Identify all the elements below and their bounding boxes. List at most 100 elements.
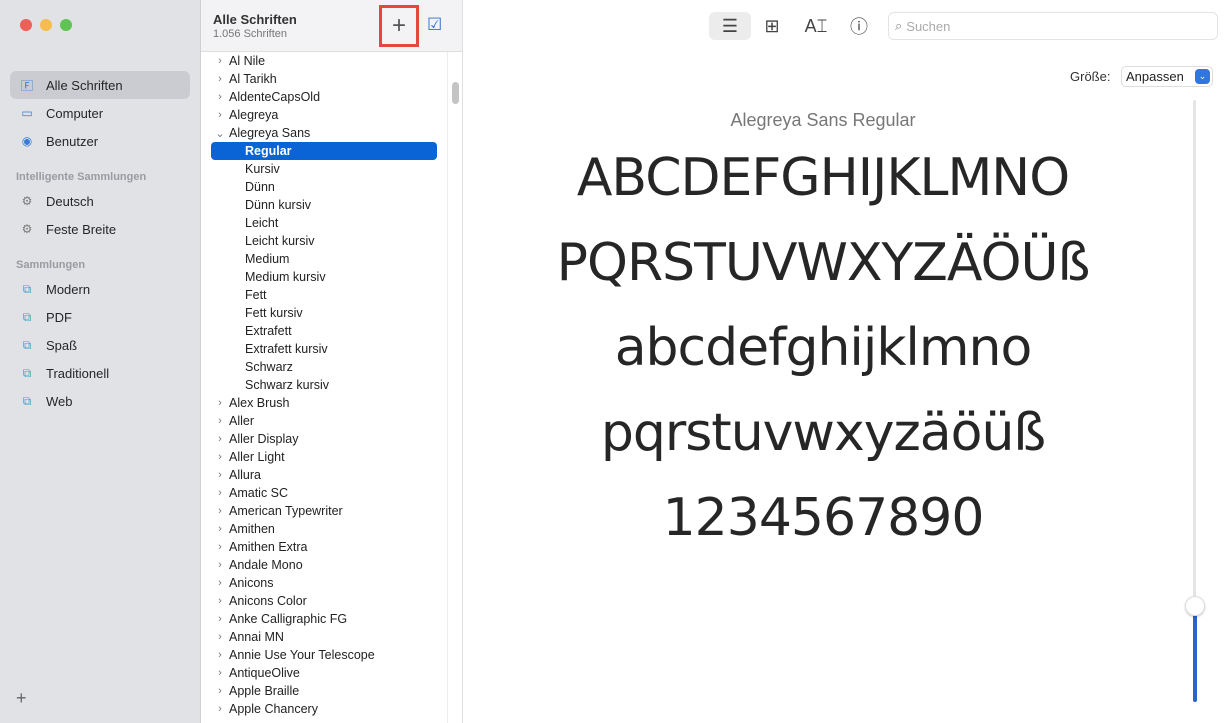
font-name: Alegreya — [229, 108, 279, 122]
font-name: Schwarz — [245, 360, 293, 374]
chevron-right-icon[interactable]: › — [211, 523, 229, 535]
chevron-right-icon[interactable]: › — [211, 703, 229, 715]
font-list-item[interactable]: › Alex Brush — [211, 394, 437, 412]
font-name: Andale Mono — [229, 558, 303, 572]
sample-line: ABCDEFGHIJKLMNO — [576, 148, 1070, 208]
font-list-item[interactable]: › Apple Chancery — [211, 700, 437, 718]
font-list-item[interactable]: Fett kursiv — [211, 304, 437, 322]
add-font-button[interactable]: + — [379, 5, 419, 47]
font-list-item[interactable]: Schwarz kursiv — [211, 376, 437, 394]
minimize-window-button[interactable] — [40, 19, 52, 31]
font-list-item[interactable]: › Annie Use Your Telescope — [211, 646, 437, 664]
chevron-down-icon[interactable]: ⌄ — [211, 127, 229, 140]
chevron-right-icon[interactable]: › — [211, 613, 229, 625]
size-slider[interactable] — [1185, 100, 1205, 702]
font-name: Aller Light — [229, 450, 285, 464]
font-list-item[interactable]: › AldenteCapsOld — [211, 88, 437, 106]
font-list-item[interactable]: › Amatic SC — [211, 484, 437, 502]
font-list-item[interactable]: › Aller Light — [211, 448, 437, 466]
font-list-item[interactable]: › Alegreya — [211, 106, 437, 124]
chevron-right-icon[interactable]: › — [211, 91, 229, 103]
chevron-right-icon[interactable]: › — [211, 433, 229, 445]
size-select[interactable]: Anpassen ⌄ — [1121, 66, 1213, 87]
chevron-right-icon[interactable]: › — [211, 55, 229, 67]
font-list-item[interactable]: › Anke Calligraphic FG — [211, 610, 437, 628]
chevron-right-icon[interactable]: › — [211, 487, 229, 499]
search-field[interactable]: ⌕ Suchen — [888, 12, 1218, 40]
sidebar-item-feste-breite[interactable]: ⚙ Feste Breite — [10, 215, 190, 243]
chevron-right-icon[interactable]: › — [211, 541, 229, 553]
sidebar-item-label: PDF — [46, 309, 72, 325]
font-list-item[interactable]: › Apple Braille — [211, 682, 437, 700]
sidebar-item-web[interactable]: ⧉ Web — [10, 387, 190, 415]
font-list-item[interactable]: Dünn kursiv — [211, 196, 437, 214]
font-list-item[interactable]: Kursiv — [211, 160, 437, 178]
chevron-right-icon[interactable]: › — [211, 451, 229, 463]
font-size-button[interactable]: A⌶ — [803, 12, 829, 40]
font-list-item[interactable]: Schwarz — [211, 358, 437, 376]
chevron-right-icon[interactable]: › — [211, 649, 229, 661]
font-count: 1.056 Schriften — [213, 28, 287, 40]
font-name: Anke Calligraphic FG — [229, 612, 348, 626]
font-name: AldenteCapsOld — [229, 90, 321, 104]
sidebar-item-deutsch[interactable]: ⚙ Deutsch — [10, 187, 190, 215]
sidebar-item-alle-schriften[interactable]: 🄵 Alle Schriften — [10, 71, 190, 99]
font-list-item[interactable]: › Al Tarikh — [211, 70, 437, 88]
chevron-right-icon[interactable]: › — [211, 577, 229, 589]
chevron-right-icon[interactable]: › — [211, 631, 229, 643]
font-list-item[interactable]: › Aller — [211, 412, 437, 430]
font-list-item[interactable]: › Allura — [211, 466, 437, 484]
validate-fonts-button[interactable]: ☑ — [427, 15, 442, 35]
chevron-right-icon[interactable]: › — [211, 109, 229, 121]
sample-view-button[interactable]: ☰ — [709, 12, 751, 40]
sidebar-item-benutzer[interactable]: ◉ Benutzer — [10, 127, 190, 155]
font-list-item[interactable]: Fett — [211, 286, 437, 304]
search-placeholder: Suchen — [906, 18, 951, 34]
font-list-item[interactable]: ⌄ Alegreya Sans — [211, 124, 437, 142]
chevron-right-icon[interactable]: › — [211, 505, 229, 517]
font-list-item[interactable]: › Annai MN — [211, 628, 437, 646]
font-list-item[interactable]: › Amithen — [211, 520, 437, 538]
chevron-right-icon[interactable]: › — [211, 469, 229, 481]
font-list-item[interactable]: Medium — [211, 250, 437, 268]
font-list-item[interactable]: › Amithen Extra — [211, 538, 437, 556]
font-list-item[interactable]: › Anicons — [211, 574, 437, 592]
font-list-item[interactable]: Medium kursiv — [211, 268, 437, 286]
info-icon: ⓘ — [850, 17, 868, 37]
scrollbar-thumb[interactable] — [452, 82, 459, 104]
sidebar-item-spa-[interactable]: ⧉ Spaß — [10, 331, 190, 359]
font-list-item[interactable]: Leicht kursiv — [211, 232, 437, 250]
chevron-right-icon[interactable]: › — [211, 667, 229, 679]
font-list-item[interactable]: › American Typewriter — [211, 502, 437, 520]
list-scrollbar[interactable] — [447, 52, 463, 723]
font-list-item[interactable]: › Anicons Color — [211, 592, 437, 610]
add-collection-button[interactable]: + — [16, 688, 27, 709]
font-list-item[interactable]: Dünn — [211, 178, 437, 196]
chevron-right-icon[interactable]: › — [211, 397, 229, 409]
chevron-right-icon[interactable]: › — [211, 559, 229, 571]
font-list-item[interactable]: Extrafett kursiv — [211, 340, 437, 358]
sidebar-item-traditionell[interactable]: ⧉ Traditionell — [10, 359, 190, 387]
list-header: Alle Schriften 1.056 Schriften + ☑ — [201, 0, 462, 52]
zoom-window-button[interactable] — [60, 19, 72, 31]
chevron-right-icon[interactable]: › — [211, 73, 229, 85]
font-list-item[interactable]: Regular — [211, 142, 437, 160]
text-cursor-icon: A⌶ — [804, 15, 828, 36]
sidebar-item-computer[interactable]: ▭ Computer — [10, 99, 190, 127]
font-list-item[interactable]: Extrafett — [211, 322, 437, 340]
close-window-button[interactable] — [20, 19, 32, 31]
font-list-item[interactable]: › AntiqueOlive — [211, 664, 437, 682]
font-list-item[interactable]: › Aller Display — [211, 430, 437, 448]
grid-view-button[interactable]: ⊞ — [759, 12, 785, 40]
slider-knob[interactable] — [1185, 595, 1205, 616]
font-list-item[interactable]: Leicht — [211, 214, 437, 232]
font-list-item[interactable]: › Al Nile — [211, 52, 437, 70]
info-button[interactable]: ⓘ — [846, 12, 872, 40]
font-list-item[interactable]: › Andale Mono — [211, 556, 437, 574]
sidebar-item-pdf[interactable]: ⧉ PDF — [10, 303, 190, 331]
chevron-right-icon[interactable]: › — [211, 595, 229, 607]
chevron-right-icon[interactable]: › — [211, 685, 229, 697]
sidebar-item-modern[interactable]: ⧉ Modern — [10, 275, 190, 303]
font-name: Fett — [245, 288, 267, 302]
chevron-right-icon[interactable]: › — [211, 415, 229, 427]
